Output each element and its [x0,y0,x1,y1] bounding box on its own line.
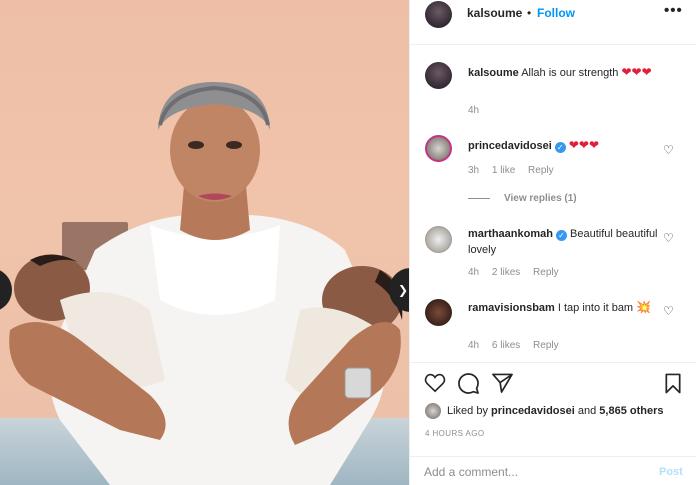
likes-summary: Liked by princedavidosei and 5,865 other… [425,403,664,419]
comment-box: Post [410,456,696,485]
divider [410,44,696,45]
avatar[interactable] [425,299,452,326]
comment-emoji: 💥 [636,300,652,314]
post-timestamp[interactable]: 4 HOURS AGO [425,429,485,438]
verified-badge-icon: ✓ [554,142,566,153]
liked-by-user[interactable]: princedavidosei [491,405,575,417]
photo-illustration [9,82,403,485]
comment-likes[interactable]: 6 likes [492,340,520,351]
heart-icon[interactable] [424,373,446,393]
comment-meta: 4h 2 likes Reply [468,267,569,278]
avatar[interactable] [425,62,452,89]
comment-likes[interactable]: 2 likes [492,267,520,278]
caption-body: Allah is our strength [521,67,619,79]
divider [410,362,696,363]
avatar[interactable] [425,1,452,28]
divider [468,198,490,199]
reply-button[interactable]: Reply [533,340,559,351]
caption-time: 4h [468,105,480,116]
like-comment-icon[interactable]: ♡ [663,232,674,244]
reply-button[interactable]: Reply [533,267,559,278]
comment-time: 4h [468,267,480,278]
comment-meta: 3h 1 like Reply [468,165,564,176]
follow-button[interactable]: Follow [537,6,575,20]
liked-by-prefix: Liked by [447,405,488,417]
post-side-panel: kalsoume • Follow ••• kalsoume Allah is … [409,0,696,485]
comment-icon[interactable] [458,373,479,394]
more-options-icon[interactable]: ••• [664,2,683,19]
post-comment-button[interactable]: Post [659,466,683,478]
avatar[interactable] [425,135,452,162]
bookmark-icon[interactable] [664,373,682,394]
post-photo[interactable]: ❯ [0,0,409,485]
avatar[interactable] [425,403,441,419]
comment-likes[interactable]: 1 like [492,165,515,176]
send-icon[interactable] [492,373,513,393]
reply-button[interactable]: Reply [528,165,554,176]
comment-username[interactable]: marthaankomah [468,228,553,240]
comment-time: 3h [468,165,480,176]
avatar[interactable] [425,226,452,253]
liked-by-others[interactable]: 5,865 others [599,405,663,417]
separator-dot: • [527,6,532,20]
like-comment-icon[interactable]: ♡ [663,144,674,156]
verified-badge-icon: ✓ [555,230,567,241]
comment-username[interactable]: ramavisionsbam [468,302,555,314]
comment-text: princedavidosei ✓ ❤❤❤ [468,137,658,154]
post-header: kalsoume • Follow ••• [410,0,696,28]
comment-input[interactable] [424,465,644,479]
comment-text: ramavisionsbam I tap into it bam 💥 [468,299,658,316]
comment-text: marthaankomah ✓ Beautiful beautiful lovel… [468,226,658,258]
comment-emoji: ❤❤❤ [568,138,599,152]
comment-time: 4h [468,340,480,351]
view-replies-button[interactable]: View replies (1) [468,193,577,204]
like-comment-icon[interactable]: ♡ [663,305,674,317]
comment-body: I tap into it bam [557,302,634,314]
liked-by-and: and [577,405,597,417]
caption-emoji: ❤❤❤ [621,65,652,79]
caption-text: kalsoume Allah is our strength ❤❤❤ [468,64,658,81]
comment-meta: 4h 6 likes Reply [468,340,569,351]
chevron-right-icon: ❯ [397,283,409,297]
comment-username[interactable]: princedavidosei [468,140,552,152]
post-username[interactable]: kalsoume [467,6,522,20]
action-bar [410,370,696,396]
caption-username[interactable]: kalsoume [468,67,519,79]
